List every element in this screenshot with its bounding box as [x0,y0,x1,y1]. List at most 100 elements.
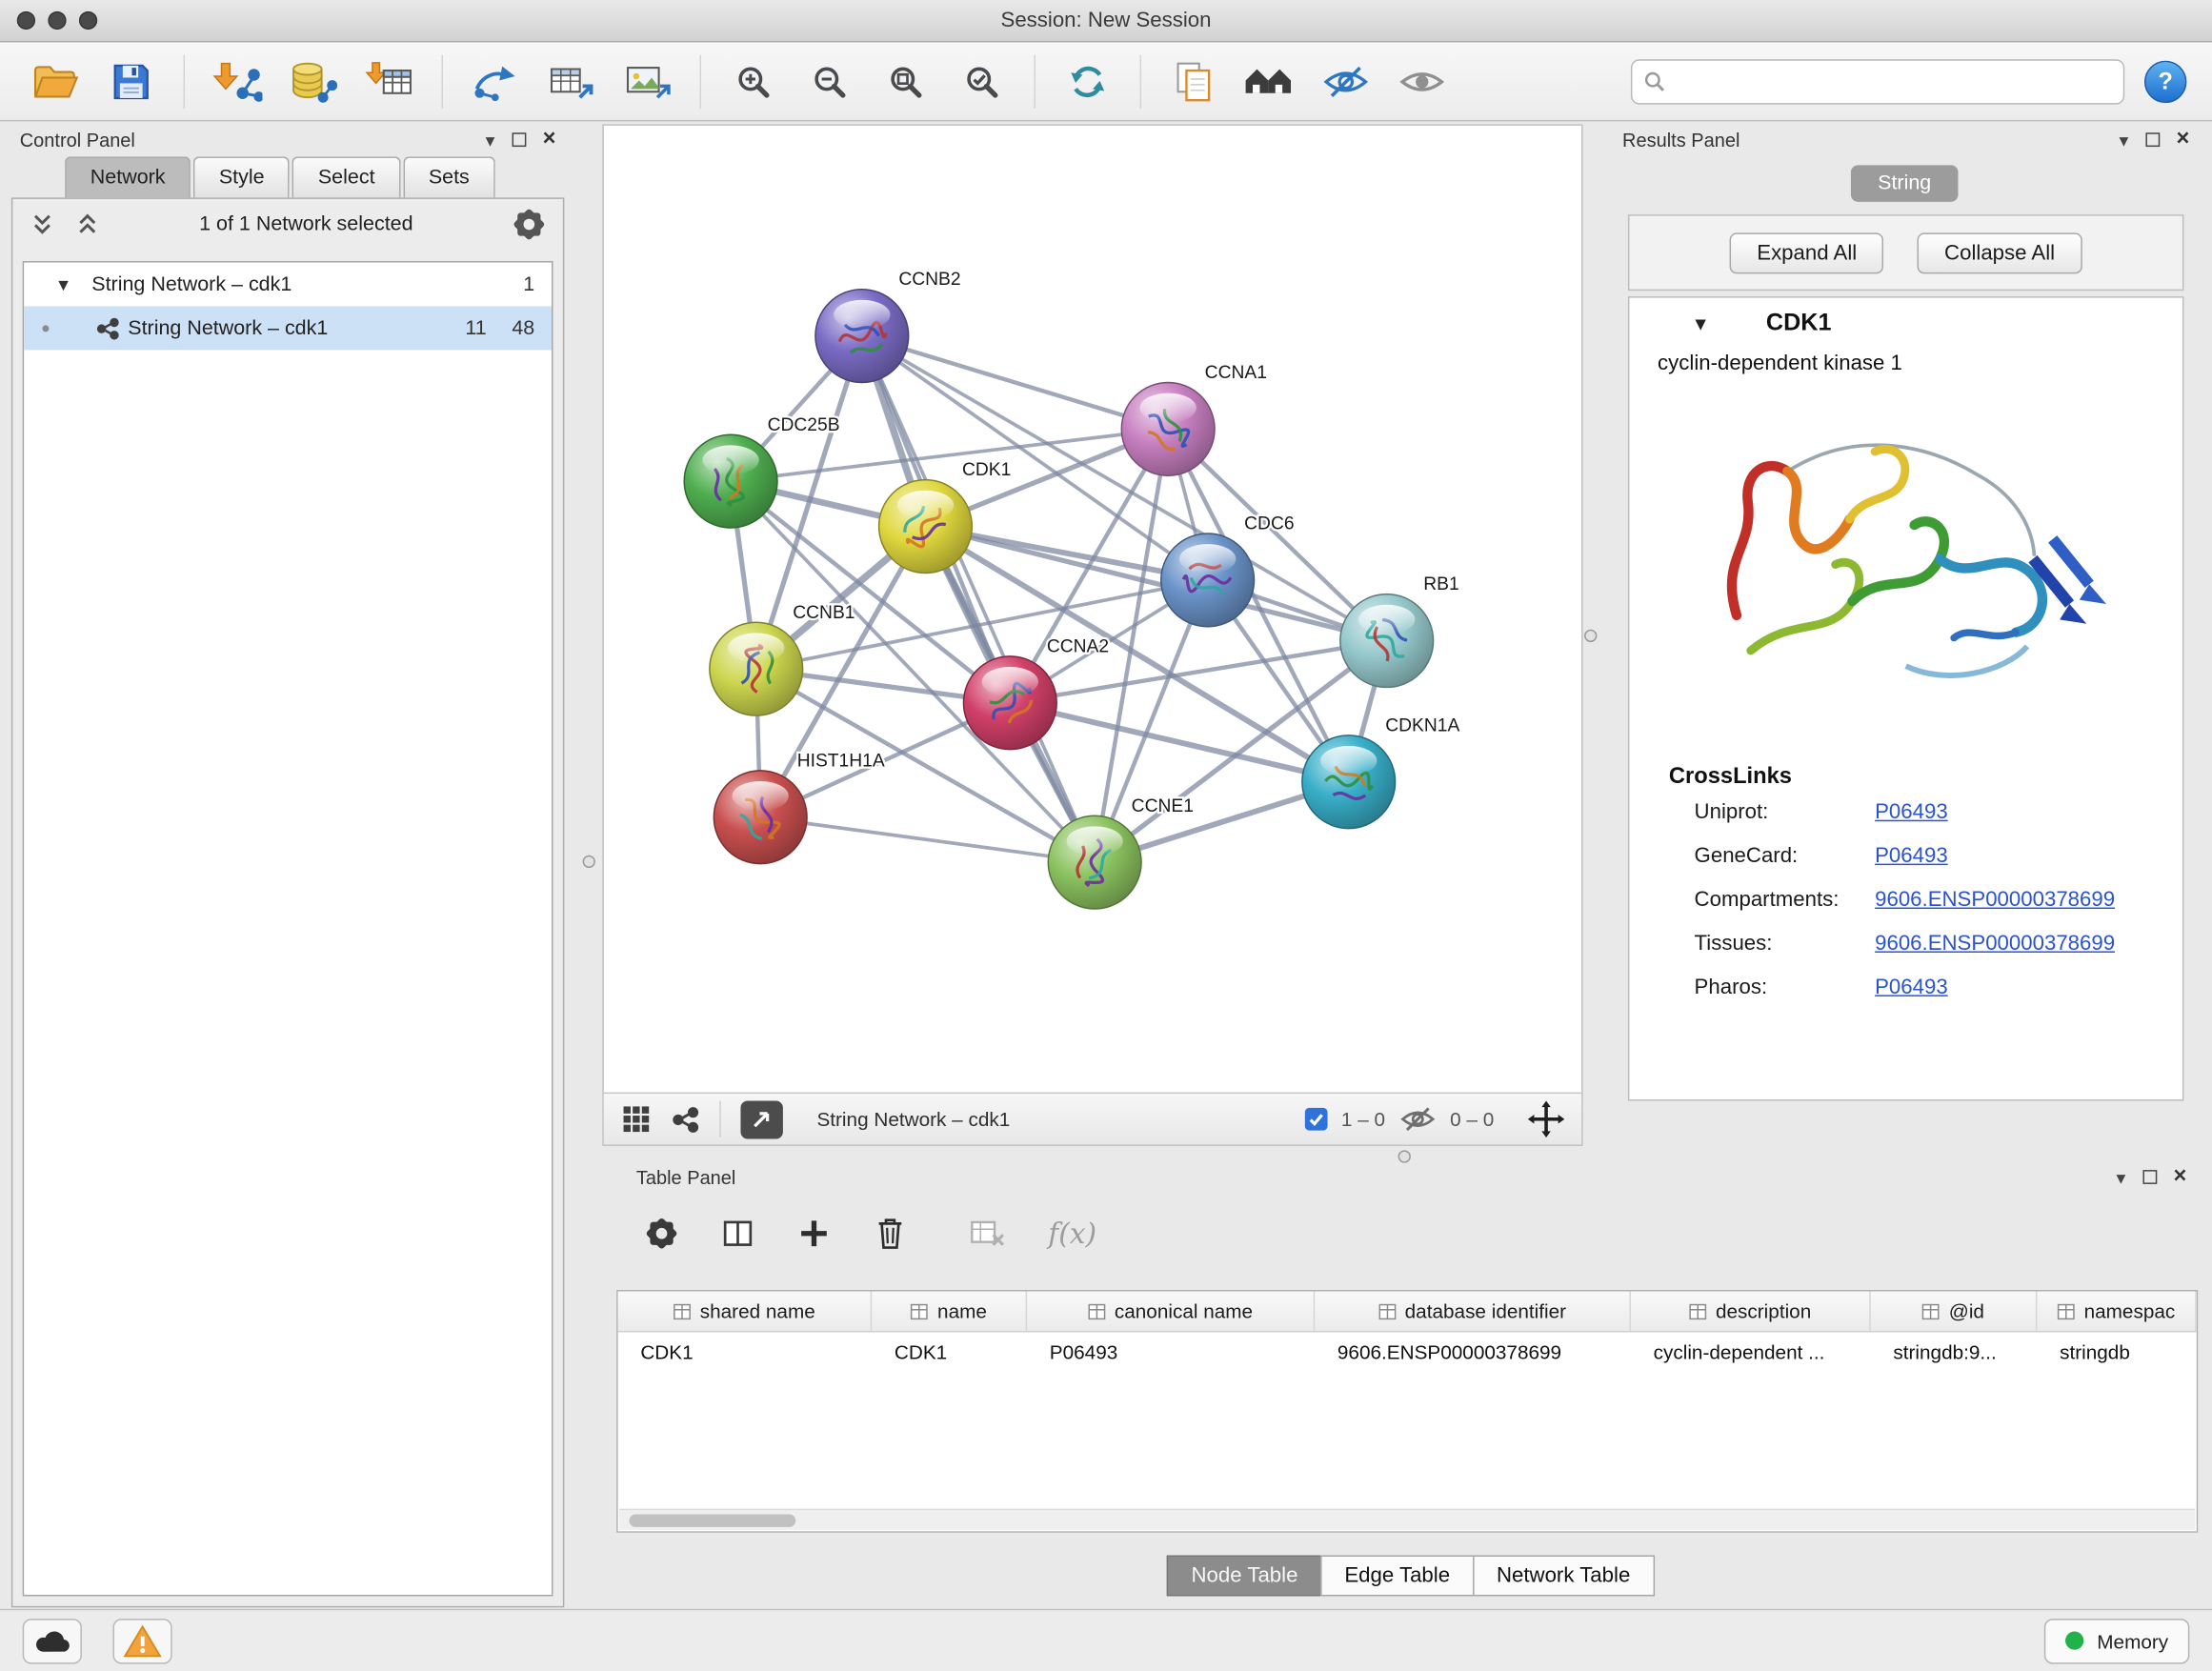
collapse-all-networks-icon[interactable] [74,211,100,237]
tab-select[interactable]: Select [292,156,400,197]
new-network-button[interactable] [463,49,528,113]
save-session-button[interactable] [99,49,164,113]
column-header-shared-name[interactable]: shared name [618,1291,873,1330]
edge-ccnb2-ccne1[interactable] [862,336,1095,863]
open-session-button[interactable] [23,49,88,113]
delete-column-icon[interactable] [874,1215,908,1252]
network-node-ccna1[interactable] [1121,382,1215,475]
collapse-all-button[interactable]: Collapse All [1918,232,2081,273]
horizontal-splitter-handle[interactable] [1398,1150,1411,1162]
table-cell[interactable]: P06493 [1027,1332,1315,1370]
pan-crosshair-icon[interactable] [1528,1100,1565,1137]
column-header-database-identifier[interactable]: database identifier [1315,1291,1631,1330]
float-panel-icon[interactable] [2145,132,2160,147]
network-node-hist1h1a[interactable] [714,771,807,864]
zoom-fit-button[interactable] [874,49,938,113]
search-input[interactable] [1675,70,2112,93]
network-node-cdk1[interactable] [879,480,973,574]
close-window-button[interactable] [17,11,35,30]
export-image-button[interactable] [615,49,680,113]
tree-expander-icon[interactable]: ▼ [55,274,75,294]
edge-ccnb2-ccna1[interactable] [862,336,1168,430]
open-in-browser-button[interactable] [740,1100,782,1138]
close-panel-icon[interactable]: × [2177,129,2190,151]
refresh-button[interactable] [1056,49,1120,113]
zoom-out-button[interactable] [797,49,862,113]
hide-selected-button[interactable] [1314,49,1378,113]
collapse-panel-icon[interactable]: ▾ [2119,131,2128,149]
zoom-window-button[interactable] [79,11,97,30]
collapse-panel-icon[interactable]: ▾ [2117,1168,2126,1186]
hidden-eye-slash-icon[interactable] [1399,1103,1437,1135]
tab-network-table[interactable]: Network Table [1473,1556,1655,1597]
network-node-rb1[interactable] [1340,594,1434,688]
expand-all-networks-icon[interactable] [30,211,55,237]
expand-all-button[interactable]: Expand All [1730,232,1883,273]
collapse-entry-icon[interactable]: ▼ [1692,312,1710,333]
new-table-button[interactable] [539,49,604,113]
tab-network[interactable]: Network [65,156,191,197]
network-row-selected[interactable]: ● String Network – cdk1 11 48 [24,306,552,350]
warning-button[interactable] [112,1618,171,1662]
crosslink-value-link[interactable]: 9606.ENSP00000378699 [1875,888,2115,912]
network-node-cdc6[interactable] [1161,534,1255,627]
show-all-button[interactable] [1390,49,1455,113]
zoom-selected-button[interactable] [950,49,1015,113]
table-cell[interactable]: stringdb:9... [1871,1332,2038,1370]
column-header-canonical-name[interactable]: canonical name [1027,1291,1315,1330]
edge-hist1h1a-ccne1[interactable] [760,817,1095,862]
table-gear-icon[interactable] [645,1217,679,1251]
column-header-description[interactable]: description [1631,1291,1871,1330]
selected-checkbox-icon[interactable] [1304,1108,1327,1131]
tab-node-table[interactable]: Node Table [1167,1556,1321,1597]
network-node-cdkn1a[interactable] [1302,735,1396,829]
gear-icon[interactable] [513,208,547,242]
collapse-panel-icon[interactable]: ▾ [486,131,495,149]
crosslink-value-link[interactable]: P06493 [1875,844,1948,868]
help-button[interactable]: ? [2144,60,2186,102]
network-node-ccnb1[interactable] [710,622,803,715]
tab-sets[interactable]: Sets [403,156,494,197]
network-node-ccne1[interactable] [1048,815,1141,909]
network-node-ccna2[interactable] [963,656,1056,750]
column-header-namespac[interactable]: namespac [2037,1291,2196,1330]
home-button[interactable] [1237,49,1302,113]
close-panel-icon[interactable]: × [543,129,556,151]
network-glyph-icon[interactable] [672,1106,700,1133]
add-column-icon[interactable] [797,1217,832,1251]
table-row[interactable]: CDK1CDK1P064939606.ENSP00000378699cyclin… [618,1332,2197,1370]
float-panel-icon[interactable] [2142,1170,2157,1184]
grid-view-icon[interactable] [621,1103,653,1135]
table-cell[interactable]: cyclin-dependent ... [1631,1332,1871,1370]
zoom-in-button[interactable] [721,49,786,113]
vertical-splitter-handle[interactable] [583,856,595,868]
table-cell[interactable]: stringdb [2037,1332,2196,1370]
tab-string[interactable]: String [1851,165,1959,202]
copy-button[interactable] [1161,49,1226,113]
network-node-cdc25b[interactable] [684,434,777,528]
column-header-@id[interactable]: @id [1871,1291,2038,1330]
memory-button[interactable]: Memory [2044,1618,2189,1662]
table-cell[interactable]: CDK1 [872,1332,1027,1370]
network-node-ccnb2[interactable] [815,290,909,383]
crosslink-value-link[interactable]: P06493 [1875,976,1948,999]
minimize-window-button[interactable] [48,11,66,30]
table-cell[interactable]: CDK1 [618,1332,873,1370]
tab-edge-table[interactable]: Edge Table [1320,1556,1474,1597]
tab-style[interactable]: Style [193,156,290,197]
scrollbar-thumb[interactable] [629,1514,795,1526]
network-collection-row[interactable]: ▼ String Network – cdk1 1 [24,263,552,307]
network-canvas-svg[interactable]: CCNB2CCNA1CDC25BCDK1CDC6RB1CCNB1CCNA2CDK… [604,126,1581,1093]
import-table-button[interactable] [357,49,422,113]
float-panel-icon[interactable] [512,132,526,147]
close-panel-icon[interactable]: × [2174,1166,2187,1189]
table-cell[interactable]: 9606.ENSP00000378699 [1315,1332,1631,1370]
crosslink-value-link[interactable]: P06493 [1875,800,1948,824]
edge-ccna2-cdkn1a[interactable] [1010,703,1348,782]
table-horizontal-scrollbar[interactable] [619,1509,2195,1530]
column-header-name[interactable]: name [872,1291,1027,1330]
vertical-splitter-handle[interactable] [1584,630,1597,642]
show-columns-icon[interactable] [721,1217,755,1251]
cloud-button[interactable] [23,1618,82,1662]
crosslink-value-link[interactable]: 9606.ENSP00000378699 [1875,932,2115,956]
